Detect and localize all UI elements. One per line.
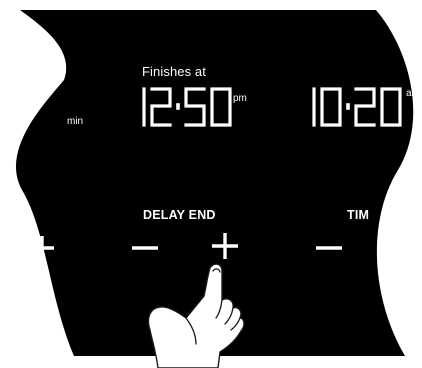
delay-end-clock-display: pm [140,86,250,128]
cook-time-plus-button[interactable] [22,228,62,268]
finishes-at-caption: Finishes at [142,64,206,79]
delay-end-label: DELAY END [143,208,216,222]
clock-ampm-suffix-partial: ar [406,88,415,99]
seven-segment-display [312,87,402,127]
plus-icon [30,236,54,260]
plus-icon [212,233,238,259]
minus-icon [132,246,158,250]
delay-end-minus-button[interactable] [126,228,166,268]
oven-control-panel: min IME Finishes at pm DELAY END ar TIM [0,0,422,368]
minus-icon [316,246,342,250]
clock-ampm-suffix: pm [233,93,247,104]
panel-background [0,10,414,368]
time-label-partial: TIM [347,208,370,222]
delay-end-plus-button[interactable] [205,226,245,266]
time-of-day-clock-display: ar [310,86,420,128]
duration-unit-label: min [67,116,84,127]
cook-time-label-partial: IME [6,208,29,222]
time-minus-button[interactable] [310,228,350,268]
